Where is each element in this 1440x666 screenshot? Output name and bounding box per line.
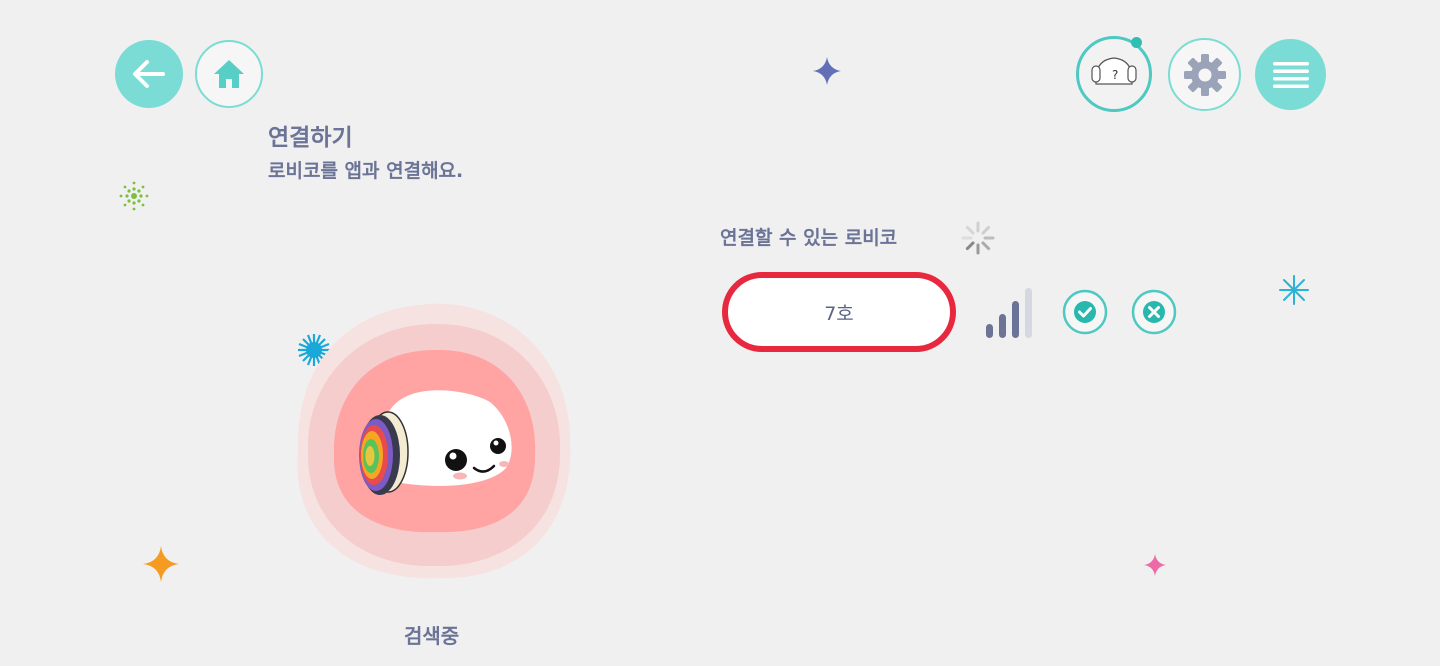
gear-icon <box>1183 53 1226 96</box>
home-button[interactable] <box>195 40 263 108</box>
device-name: 7호 <box>824 302 854 325</box>
cancel-button[interactable] <box>1130 289 1178 335</box>
confirm-button[interactable] <box>1062 289 1108 335</box>
available-devices-label: 연결할 수 있는 로비코 <box>720 227 898 249</box>
signal-bar <box>1025 288 1032 338</box>
arrow-left-icon <box>133 60 165 88</box>
back-button[interactable] <box>115 40 183 108</box>
signal-bar <box>1012 301 1019 338</box>
search-status-text: 검색중 <box>404 624 460 648</box>
robot-status-button[interactable]: ? <box>1076 36 1152 112</box>
status-dot <box>1131 37 1142 48</box>
loading-spinner-icon <box>961 221 995 255</box>
home-icon <box>214 60 244 88</box>
signal-bar <box>986 324 993 338</box>
signal-strength-icon <box>986 288 1032 338</box>
sparkle-icon <box>1144 554 1166 576</box>
sparkle-icon <box>813 57 841 85</box>
page-title: 연결하기 <box>268 125 353 151</box>
menu-button[interactable] <box>1255 39 1326 110</box>
dots-burst-icon <box>119 181 149 211</box>
hamburger-menu-icon <box>1272 61 1309 88</box>
asterisk-sparkle-icon <box>1279 275 1309 305</box>
sparkle-icon <box>143 546 179 582</box>
robot-badge-text: ? <box>1112 68 1119 82</box>
device-item-7[interactable]: 7호 <box>722 272 956 352</box>
page-subtitle: 로비코를 앱과 연결해요. <box>268 160 464 182</box>
robot-search-illustration <box>297 303 571 579</box>
signal-bar <box>999 314 1006 338</box>
settings-button[interactable] <box>1168 38 1241 111</box>
